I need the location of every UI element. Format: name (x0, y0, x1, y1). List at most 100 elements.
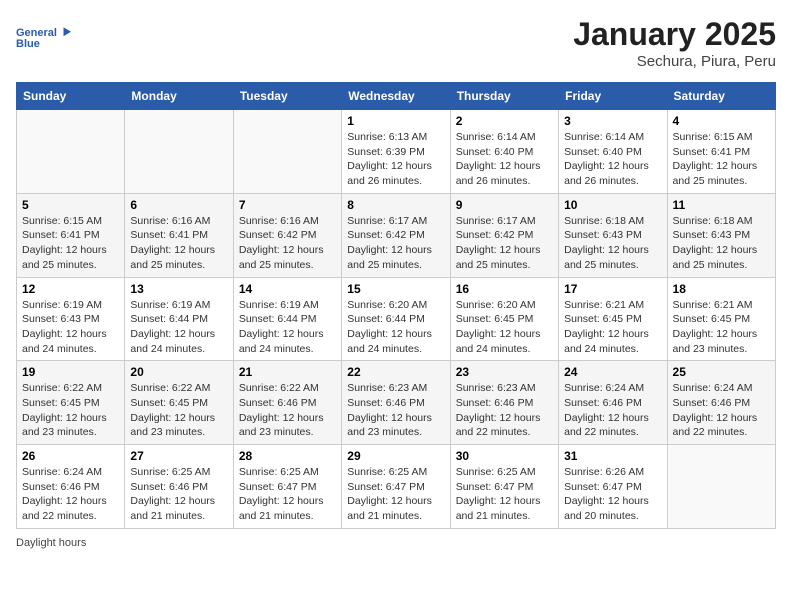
day-cell: 16 Sunrise: 6:20 AMSunset: 6:45 PMDaylig… (450, 277, 558, 361)
day-number: 7 (239, 198, 336, 212)
day-info: Sunrise: 6:17 AMSunset: 6:42 PMDaylight:… (347, 214, 444, 273)
day-info: Sunrise: 6:26 AMSunset: 6:47 PMDaylight:… (564, 465, 661, 524)
day-cell: 4 Sunrise: 6:15 AMSunset: 6:41 PMDayligh… (667, 110, 775, 194)
day-cell: 10 Sunrise: 6:18 AMSunset: 6:43 PMDaylig… (559, 193, 667, 277)
day-cell (667, 445, 775, 529)
day-info: Sunrise: 6:24 AMSunset: 6:46 PMDaylight:… (22, 465, 119, 524)
day-cell: 29 Sunrise: 6:25 AMSunset: 6:47 PMDaylig… (342, 445, 450, 529)
day-info: Sunrise: 6:16 AMSunset: 6:41 PMDaylight:… (130, 214, 227, 273)
day-cell: 17 Sunrise: 6:21 AMSunset: 6:45 PMDaylig… (559, 277, 667, 361)
day-number: 6 (130, 198, 227, 212)
day-cell: 2 Sunrise: 6:14 AMSunset: 6:40 PMDayligh… (450, 110, 558, 194)
day-cell: 12 Sunrise: 6:19 AMSunset: 6:43 PMDaylig… (17, 277, 125, 361)
day-number: 16 (456, 282, 553, 296)
day-number: 2 (456, 114, 553, 128)
page-header: General Blue January 2025 Sechura, Piura… (16, 16, 776, 70)
day-number: 14 (239, 282, 336, 296)
day-number: 27 (130, 449, 227, 463)
day-info: Sunrise: 6:15 AMSunset: 6:41 PMDaylight:… (673, 130, 770, 189)
svg-text:Blue: Blue (16, 38, 40, 50)
day-cell: 23 Sunrise: 6:23 AMSunset: 6:46 PMDaylig… (450, 361, 558, 445)
day-number: 28 (239, 449, 336, 463)
week-row-4: 19 Sunrise: 6:22 AMSunset: 6:45 PMDaylig… (17, 361, 776, 445)
day-number: 25 (673, 365, 770, 379)
day-cell: 27 Sunrise: 6:25 AMSunset: 6:46 PMDaylig… (125, 445, 233, 529)
day-number: 11 (673, 198, 770, 212)
day-number: 8 (347, 198, 444, 212)
day-info: Sunrise: 6:24 AMSunset: 6:46 PMDaylight:… (673, 381, 770, 440)
day-cell: 14 Sunrise: 6:19 AMSunset: 6:44 PMDaylig… (233, 277, 341, 361)
week-row-1: 1 Sunrise: 6:13 AMSunset: 6:39 PMDayligh… (17, 110, 776, 194)
day-number: 31 (564, 449, 661, 463)
day-info: Sunrise: 6:25 AMSunset: 6:47 PMDaylight:… (239, 465, 336, 524)
day-info: Sunrise: 6:19 AMSunset: 6:44 PMDaylight:… (130, 298, 227, 357)
day-info: Sunrise: 6:13 AMSunset: 6:39 PMDaylight:… (347, 130, 444, 189)
day-number: 18 (673, 282, 770, 296)
day-cell: 19 Sunrise: 6:22 AMSunset: 6:45 PMDaylig… (17, 361, 125, 445)
day-info: Sunrise: 6:21 AMSunset: 6:45 PMDaylight:… (564, 298, 661, 357)
day-number: 17 (564, 282, 661, 296)
logo-svg: General Blue (16, 16, 71, 61)
day-number: 1 (347, 114, 444, 128)
header-tuesday: Tuesday (233, 83, 341, 110)
day-number: 20 (130, 365, 227, 379)
location-subtitle: Sechura, Piura, Peru (573, 53, 776, 70)
day-number: 4 (673, 114, 770, 128)
svg-text:General: General (16, 27, 57, 39)
day-number: 29 (347, 449, 444, 463)
day-cell: 31 Sunrise: 6:26 AMSunset: 6:47 PMDaylig… (559, 445, 667, 529)
day-cell: 24 Sunrise: 6:24 AMSunset: 6:46 PMDaylig… (559, 361, 667, 445)
day-number: 24 (564, 365, 661, 379)
week-row-2: 5 Sunrise: 6:15 AMSunset: 6:41 PMDayligh… (17, 193, 776, 277)
day-cell (125, 110, 233, 194)
day-info: Sunrise: 6:21 AMSunset: 6:45 PMDaylight:… (673, 298, 770, 357)
day-number: 10 (564, 198, 661, 212)
day-number: 12 (22, 282, 119, 296)
day-number: 5 (22, 198, 119, 212)
day-info: Sunrise: 6:18 AMSunset: 6:43 PMDaylight:… (673, 214, 770, 273)
day-cell: 11 Sunrise: 6:18 AMSunset: 6:43 PMDaylig… (667, 193, 775, 277)
day-cell: 28 Sunrise: 6:25 AMSunset: 6:47 PMDaylig… (233, 445, 341, 529)
day-number: 3 (564, 114, 661, 128)
day-info: Sunrise: 6:22 AMSunset: 6:46 PMDaylight:… (239, 381, 336, 440)
day-info: Sunrise: 6:25 AMSunset: 6:46 PMDaylight:… (130, 465, 227, 524)
day-number: 19 (22, 365, 119, 379)
day-cell: 20 Sunrise: 6:22 AMSunset: 6:45 PMDaylig… (125, 361, 233, 445)
day-info: Sunrise: 6:20 AMSunset: 6:44 PMDaylight:… (347, 298, 444, 357)
day-info: Sunrise: 6:19 AMSunset: 6:44 PMDaylight:… (239, 298, 336, 357)
month-title: January 2025 (573, 16, 776, 53)
day-cell: 18 Sunrise: 6:21 AMSunset: 6:45 PMDaylig… (667, 277, 775, 361)
day-cell: 7 Sunrise: 6:16 AMSunset: 6:42 PMDayligh… (233, 193, 341, 277)
day-info: Sunrise: 6:20 AMSunset: 6:45 PMDaylight:… (456, 298, 553, 357)
day-cell: 3 Sunrise: 6:14 AMSunset: 6:40 PMDayligh… (559, 110, 667, 194)
day-cell: 1 Sunrise: 6:13 AMSunset: 6:39 PMDayligh… (342, 110, 450, 194)
day-info: Sunrise: 6:23 AMSunset: 6:46 PMDaylight:… (347, 381, 444, 440)
day-cell (233, 110, 341, 194)
day-cell: 21 Sunrise: 6:22 AMSunset: 6:46 PMDaylig… (233, 361, 341, 445)
day-info: Sunrise: 6:14 AMSunset: 6:40 PMDaylight:… (456, 130, 553, 189)
day-info: Sunrise: 6:25 AMSunset: 6:47 PMDaylight:… (456, 465, 553, 524)
day-number: 22 (347, 365, 444, 379)
day-cell: 15 Sunrise: 6:20 AMSunset: 6:44 PMDaylig… (342, 277, 450, 361)
week-row-3: 12 Sunrise: 6:19 AMSunset: 6:43 PMDaylig… (17, 277, 776, 361)
day-cell: 30 Sunrise: 6:25 AMSunset: 6:47 PMDaylig… (450, 445, 558, 529)
day-info: Sunrise: 6:18 AMSunset: 6:43 PMDaylight:… (564, 214, 661, 273)
day-info: Sunrise: 6:24 AMSunset: 6:46 PMDaylight:… (564, 381, 661, 440)
header-saturday: Saturday (667, 83, 775, 110)
weekday-header-row: Sunday Monday Tuesday Wednesday Thursday… (17, 83, 776, 110)
day-info: Sunrise: 6:15 AMSunset: 6:41 PMDaylight:… (22, 214, 119, 273)
header-sunday: Sunday (17, 83, 125, 110)
day-info: Sunrise: 6:23 AMSunset: 6:46 PMDaylight:… (456, 381, 553, 440)
day-number: 23 (456, 365, 553, 379)
day-cell: 8 Sunrise: 6:17 AMSunset: 6:42 PMDayligh… (342, 193, 450, 277)
header-monday: Monday (125, 83, 233, 110)
day-cell: 25 Sunrise: 6:24 AMSunset: 6:46 PMDaylig… (667, 361, 775, 445)
day-number: 9 (456, 198, 553, 212)
header-thursday: Thursday (450, 83, 558, 110)
day-info: Sunrise: 6:22 AMSunset: 6:45 PMDaylight:… (22, 381, 119, 440)
footer: Daylight hours (16, 537, 776, 549)
day-info: Sunrise: 6:19 AMSunset: 6:43 PMDaylight:… (22, 298, 119, 357)
logo: General Blue (16, 16, 71, 61)
daylight-label: Daylight hours (16, 537, 86, 549)
day-number: 26 (22, 449, 119, 463)
